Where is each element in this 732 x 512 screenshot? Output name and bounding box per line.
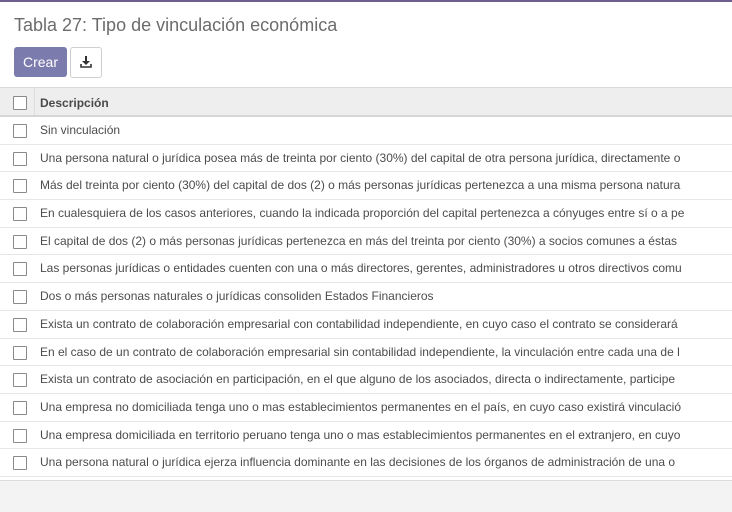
row-checkbox[interactable] bbox=[13, 400, 27, 415]
row-checkbox[interactable] bbox=[13, 124, 27, 138]
download-icon bbox=[80, 56, 92, 68]
row-description: Las personas jurídicas o entidades cuent… bbox=[40, 261, 682, 276]
table-row[interactable]: Exista un contrato de asociación en part… bbox=[0, 366, 732, 394]
table-body: Sin vinculación Una persona natural o jur… bbox=[0, 117, 732, 477]
table-row[interactable]: En cualesquiera de los casos anteriores,… bbox=[0, 200, 732, 228]
row-description: Una persona natural o jurídica posea más… bbox=[40, 150, 681, 165]
row-checkbox[interactable] bbox=[13, 317, 27, 332]
row-checkbox[interactable] bbox=[13, 428, 27, 443]
table-row[interactable]: Las personas jurídicas o entidades cuent… bbox=[0, 255, 732, 284]
table-row[interactable]: Una empresa domiciliada en territorio pe… bbox=[0, 421, 732, 450]
select-all-checkbox[interactable] bbox=[13, 96, 27, 110]
row-description: Dos o más personas naturales o jurídicas… bbox=[40, 289, 434, 304]
row-checkbox[interactable] bbox=[13, 179, 27, 194]
row-checkbox[interactable] bbox=[13, 456, 27, 471]
table-row[interactable]: Dos o más personas naturales o jurídicas… bbox=[0, 283, 732, 311]
table-row[interactable]: Una persona natural o jurídica posea más… bbox=[0, 144, 732, 173]
column-header-descripcion[interactable]: Descripción bbox=[40, 88, 732, 118]
row-description: Una persona natural o jurídica ejerza in… bbox=[40, 455, 676, 470]
row-checkbox[interactable] bbox=[13, 262, 27, 277]
create-button[interactable]: Crear bbox=[14, 47, 67, 77]
table-row[interactable]: El capital de dos (2) o más personas jur… bbox=[0, 227, 732, 256]
control-panel: Tabla 27: Tipo de vinculación económica … bbox=[0, 2, 732, 481]
table-row[interactable]: Una persona natural o jurídica ejerza in… bbox=[0, 449, 732, 477]
row-checkbox[interactable] bbox=[13, 234, 27, 249]
row-description: El capital de dos (2) o más personas jur… bbox=[40, 233, 677, 248]
table-row[interactable]: Sin vinculación bbox=[0, 117, 732, 145]
row-checkbox[interactable] bbox=[13, 290, 27, 305]
list-table: Descripción Sin vinculación Una persona n… bbox=[0, 87, 732, 477]
row-description: En el caso de un contrato de colaboració… bbox=[40, 344, 680, 359]
row-checkbox[interactable] bbox=[13, 151, 27, 166]
page-title: Tabla 27: Tipo de vinculación económica bbox=[14, 15, 338, 35]
table-row[interactable]: En el caso de un contrato de colaboració… bbox=[0, 338, 732, 367]
table-header-row: Descripción bbox=[0, 87, 732, 117]
row-description: Exista un contrato de colaboración empre… bbox=[40, 316, 678, 331]
row-description: Una empresa no domiciliada tenga uno o m… bbox=[40, 399, 682, 414]
column-separator bbox=[34, 88, 35, 115]
table-row[interactable]: Más del treinta por ciento (30%) del cap… bbox=[0, 172, 732, 201]
row-description: Sin vinculación bbox=[40, 123, 121, 137]
row-description: Exista un contrato de asociación en part… bbox=[40, 372, 676, 387]
row-description: En cualesquiera de los casos anteriores,… bbox=[40, 206, 685, 221]
table-row[interactable]: Una empresa no domiciliada tenga uno o m… bbox=[0, 393, 732, 422]
row-checkbox[interactable] bbox=[13, 207, 27, 222]
row-checkbox[interactable] bbox=[13, 373, 27, 388]
table-row[interactable]: Exista un contrato de colaboración empre… bbox=[0, 310, 732, 339]
download-button[interactable] bbox=[70, 47, 102, 78]
row-description: Más del treinta por ciento (30%) del cap… bbox=[40, 178, 681, 193]
row-checkbox[interactable] bbox=[13, 345, 27, 360]
row-description: Una empresa domiciliada en territorio pe… bbox=[40, 427, 681, 442]
